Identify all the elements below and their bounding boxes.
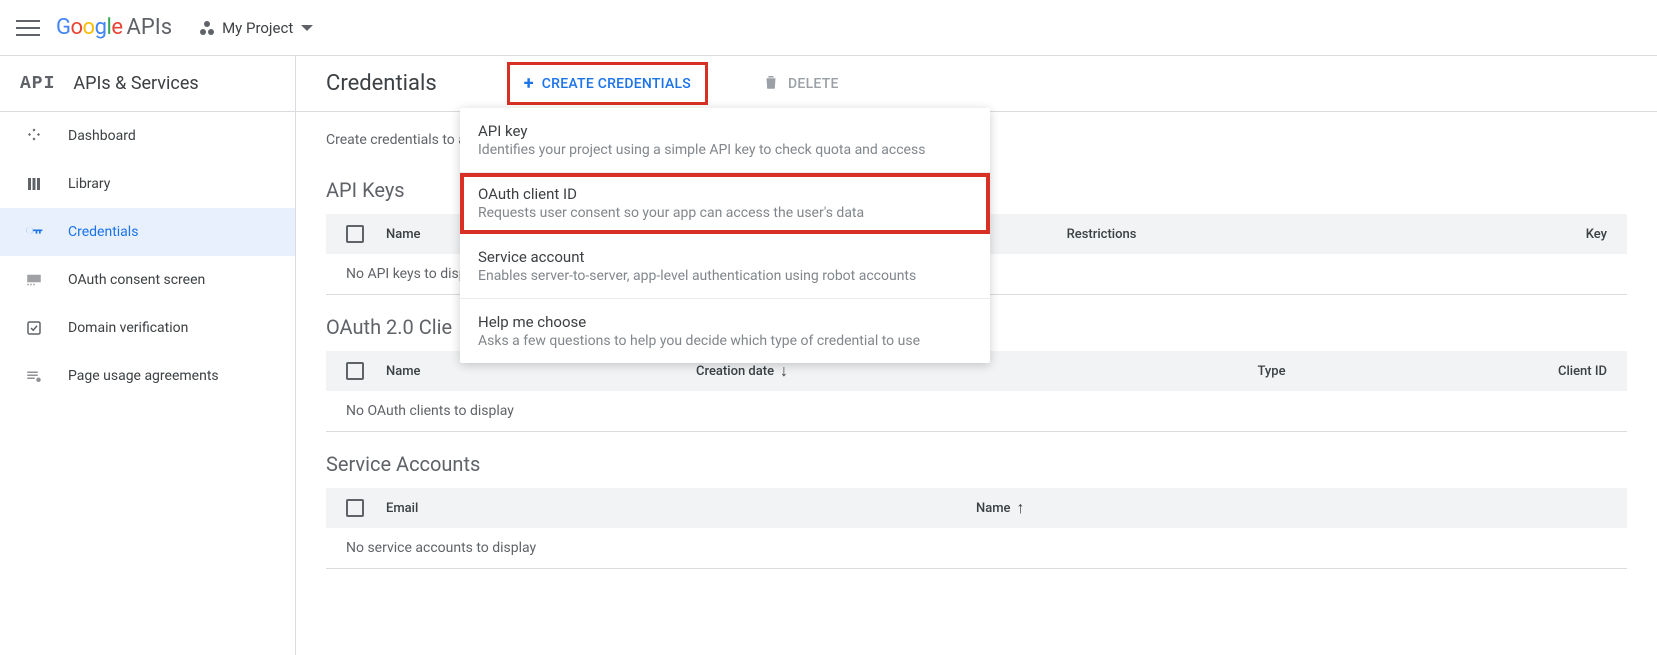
col-name[interactable]: Name ↑ (976, 498, 1607, 518)
verify-icon (22, 319, 46, 337)
sidebar-item-label: Credentials (68, 224, 138, 240)
select-all-checkbox[interactable] (346, 225, 364, 243)
col-name-label: Name (976, 501, 1011, 516)
sidebar-item-domain-verification[interactable]: Domain verification (0, 304, 295, 352)
product-title: APIs & Services (73, 73, 198, 94)
menu-item-desc: Enables server-to-server, app-level auth… (478, 268, 972, 284)
sidebar-item-dashboard[interactable]: Dashboard (0, 112, 295, 160)
api-logo-icon: API (20, 74, 55, 94)
sidebar-item-label: Page usage agreements (68, 368, 219, 384)
sidebar-item-label: Domain verification (68, 320, 188, 336)
google-apis-logo[interactable]: Google APIs (56, 15, 172, 40)
agreements-icon (22, 367, 46, 385)
page-header: Credentials + CREATE CREDENTIALS DELETE (296, 56, 1657, 112)
consent-icon (22, 271, 46, 289)
create-credentials-label: CREATE CREDENTIALS (542, 76, 691, 92)
menu-item-title: Service account (478, 248, 972, 266)
arrow-down-icon: ↓ (780, 361, 788, 381)
col-client-id[interactable]: Client ID (1487, 364, 1607, 379)
menu-item-api-key[interactable]: API key Identifies your project using a … (460, 108, 990, 173)
col-email[interactable]: Email (386, 501, 976, 516)
section-title-service-accounts: Service Accounts (326, 452, 1627, 476)
select-all-checkbox[interactable] (346, 499, 364, 517)
plus-icon: + (524, 73, 534, 94)
create-credentials-button[interactable]: + CREATE CREDENTIALS (507, 62, 708, 105)
col-key[interactable]: Key (1507, 227, 1607, 242)
service-table-header: Email Name ↑ (326, 488, 1627, 528)
menu-item-title: OAuth client ID (478, 185, 972, 203)
trash-icon (762, 73, 780, 95)
project-name: My Project (222, 19, 293, 37)
arrow-up-icon: ↑ (1017, 498, 1025, 518)
menu-item-service-account[interactable]: Service account Enables server-to-server… (460, 234, 990, 299)
key-icon (22, 222, 46, 242)
apis-label: APIs (126, 15, 172, 40)
delete-button[interactable]: DELETE (748, 65, 853, 103)
sidebar-header: API APIs & Services (0, 56, 295, 112)
col-name[interactable]: Name (386, 364, 696, 379)
menu-item-oauth-client-id[interactable]: OAuth client ID Requests user consent so… (460, 173, 990, 234)
service-empty: No service accounts to display (326, 528, 1627, 569)
delete-label: DELETE (788, 76, 839, 92)
menu-item-help-me-choose[interactable]: Help me choose Asks a few questions to h… (460, 299, 990, 363)
sidebar-item-label: Library (68, 176, 110, 192)
menu-item-desc: Asks a few questions to help you decide … (478, 333, 972, 349)
sidebar-item-page-usage[interactable]: Page usage agreements (0, 352, 295, 400)
main-content: Credentials + CREATE CREDENTIALS DELETE … (296, 56, 1657, 655)
menu-item-desc: Requests user consent so your app can ac… (478, 205, 972, 221)
sidebar: API APIs & Services Dashboard Library Cr… (0, 56, 296, 655)
chevron-down-icon (301, 25, 313, 31)
menu-item-title: Help me choose (478, 313, 972, 331)
select-all-checkbox[interactable] (346, 362, 364, 380)
page-title: Credentials (326, 71, 437, 96)
col-creation-label: Creation date (696, 364, 774, 379)
dashboard-icon (22, 127, 46, 145)
create-credentials-menu: API key Identifies your project using a … (460, 108, 990, 363)
hamburger-menu-icon[interactable] (16, 16, 40, 40)
project-selector[interactable]: My Project (192, 13, 321, 43)
sidebar-item-credentials[interactable]: Credentials (0, 208, 295, 256)
project-icon (200, 21, 214, 35)
col-type[interactable]: Type (1056, 364, 1487, 379)
menu-item-title: API key (478, 122, 972, 140)
sidebar-item-label: OAuth consent screen (68, 272, 205, 288)
menu-item-desc: Identifies your project using a simple A… (478, 142, 972, 158)
col-creation-date[interactable]: Creation date ↓ (696, 361, 1056, 381)
sidebar-item-library[interactable]: Library (0, 160, 295, 208)
sidebar-item-oauth-consent[interactable]: OAuth consent screen (0, 256, 295, 304)
top-header: Google APIs My Project (0, 0, 1657, 56)
library-icon (22, 175, 46, 193)
sidebar-item-label: Dashboard (68, 128, 136, 144)
oauth-empty: No OAuth clients to display (326, 391, 1627, 432)
